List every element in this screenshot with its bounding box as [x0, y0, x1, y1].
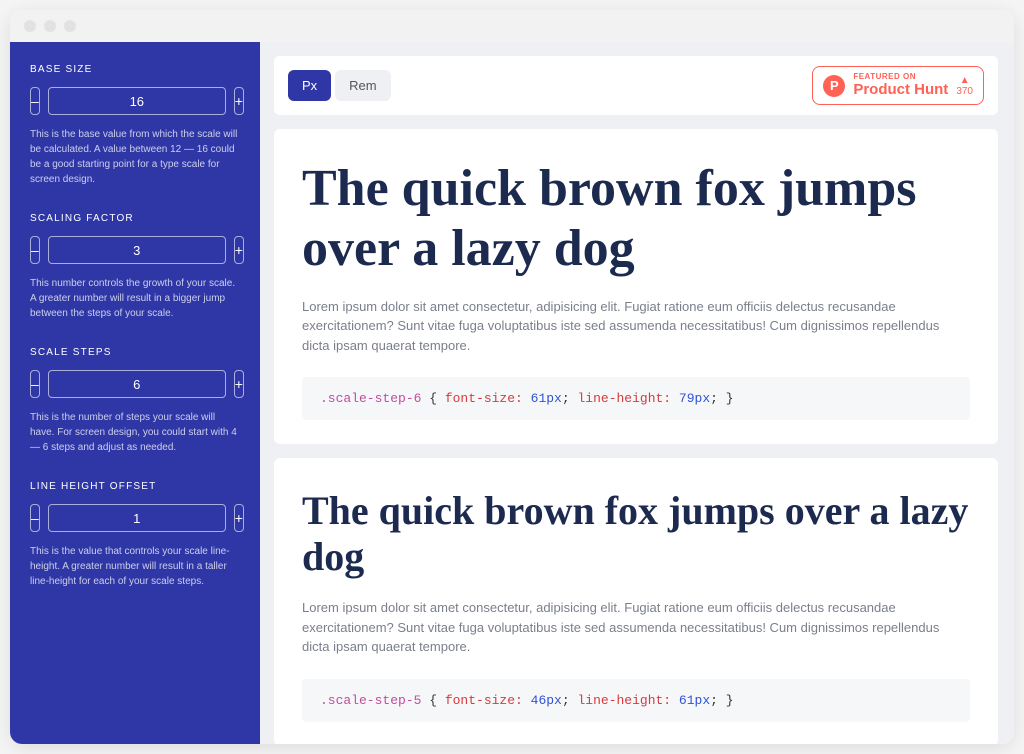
code-prop-fontsize: font-size:: [445, 693, 523, 708]
scale-steps-decrement[interactable]: –: [30, 370, 40, 398]
code-value-fontsize: 61px: [531, 391, 562, 406]
product-hunt-vote-count: 370: [956, 86, 973, 97]
upvote-caret-icon: ▲: [960, 75, 970, 86]
base-size-increment[interactable]: +: [234, 87, 244, 115]
code-value-lineheight: 61px: [679, 693, 710, 708]
scaling-factor-input[interactable]: [48, 236, 226, 264]
code-selector: .scale-step-6: [320, 391, 421, 406]
scaling-factor-stepper: – +: [30, 236, 240, 264]
control-scaling-factor: SCALING FACTOR – + This number controls …: [30, 213, 240, 321]
product-hunt-badge[interactable]: P FEATURED ON Product Hunt ▲ 370: [812, 66, 984, 105]
sidebar: BASE SIZE – + This is the base value fro…: [10, 42, 260, 744]
line-height-offset-input[interactable]: [48, 504, 226, 532]
control-scale-steps: SCALE STEPS – + This is the number of st…: [30, 347, 240, 455]
window-dot: [44, 20, 56, 32]
unit-toggle: Px Rem: [288, 70, 391, 101]
sample-heading-step-5: The quick brown fox jumps over a lazy do…: [302, 488, 970, 580]
scale-steps-increment[interactable]: +: [234, 370, 244, 398]
window-dot: [24, 20, 36, 32]
product-hunt-votes: ▲ 370: [956, 75, 973, 97]
code-value-lineheight: 79px: [679, 391, 710, 406]
scale-step-6-card: The quick brown fox jumps over a lazy do…: [274, 129, 998, 444]
main-content: Px Rem P FEATURED ON Product Hunt ▲ 370: [260, 42, 1014, 744]
app-window: BASE SIZE – + This is the base value fro…: [10, 10, 1014, 744]
product-hunt-logo-icon: P: [823, 75, 845, 97]
base-size-label: BASE SIZE: [30, 64, 240, 75]
sample-body-step-6: Lorem ipsum dolor sit amet consectetur, …: [302, 297, 970, 356]
code-selector: .scale-step-5: [320, 693, 421, 708]
line-height-offset-label: LINE HEIGHT OFFSET: [30, 481, 240, 492]
base-size-decrement[interactable]: –: [30, 87, 40, 115]
sample-body-step-5: Lorem ipsum dolor sit amet consectetur, …: [302, 598, 970, 657]
code-block-step-6: .scale-step-6 { font-size: 61px; line-he…: [302, 377, 970, 420]
scaling-factor-decrement[interactable]: –: [30, 236, 40, 264]
scale-steps-input[interactable]: [48, 370, 226, 398]
code-prop-lineheight: line-height:: [577, 391, 671, 406]
scaling-factor-increment[interactable]: +: [234, 236, 244, 264]
scale-step-5-card: The quick brown fox jumps over a lazy do…: [274, 458, 998, 744]
code-block-step-5: .scale-step-5 { font-size: 46px; line-he…: [302, 679, 970, 722]
app-body: BASE SIZE – + This is the base value fro…: [10, 42, 1014, 744]
topbar: Px Rem P FEATURED ON Product Hunt ▲ 370: [274, 56, 998, 115]
control-line-height-offset: LINE HEIGHT OFFSET – + This is the value…: [30, 481, 240, 589]
scaling-factor-help: This number controls the growth of your …: [30, 276, 240, 321]
line-height-offset-stepper: – +: [30, 504, 240, 532]
base-size-help: This is the base value from which the sc…: [30, 127, 240, 187]
scale-steps-label: SCALE STEPS: [30, 347, 240, 358]
line-height-offset-increment[interactable]: +: [234, 504, 244, 532]
line-height-offset-help: This is the value that controls your sca…: [30, 544, 240, 589]
code-prop-fontsize: font-size:: [445, 391, 523, 406]
window-dot: [64, 20, 76, 32]
scale-steps-help: This is the number of steps your scale w…: [30, 410, 240, 455]
product-hunt-text: FEATURED ON Product Hunt: [853, 73, 948, 98]
scale-steps-stepper: – +: [30, 370, 240, 398]
sample-heading-step-6: The quick brown fox jumps over a lazy do…: [302, 159, 970, 279]
code-prop-lineheight: line-height:: [577, 693, 671, 708]
code-value-fontsize: 46px: [531, 693, 562, 708]
product-hunt-name: Product Hunt: [853, 82, 948, 99]
unit-px-button[interactable]: Px: [288, 70, 331, 101]
line-height-offset-decrement[interactable]: –: [30, 504, 40, 532]
base-size-stepper: – +: [30, 87, 240, 115]
control-base-size: BASE SIZE – + This is the base value fro…: [30, 64, 240, 187]
titlebar: [10, 10, 1014, 42]
scaling-factor-label: SCALING FACTOR: [30, 213, 240, 224]
unit-rem-button[interactable]: Rem: [335, 70, 390, 101]
base-size-input[interactable]: [48, 87, 226, 115]
